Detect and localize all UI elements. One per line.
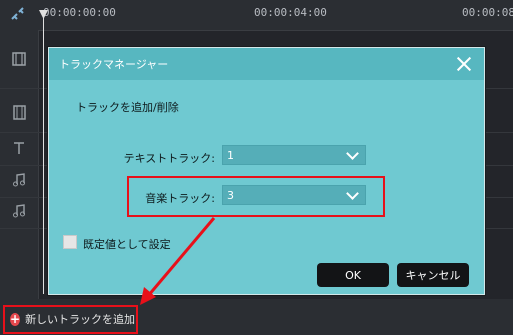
- annotation-arrow: [140, 217, 216, 305]
